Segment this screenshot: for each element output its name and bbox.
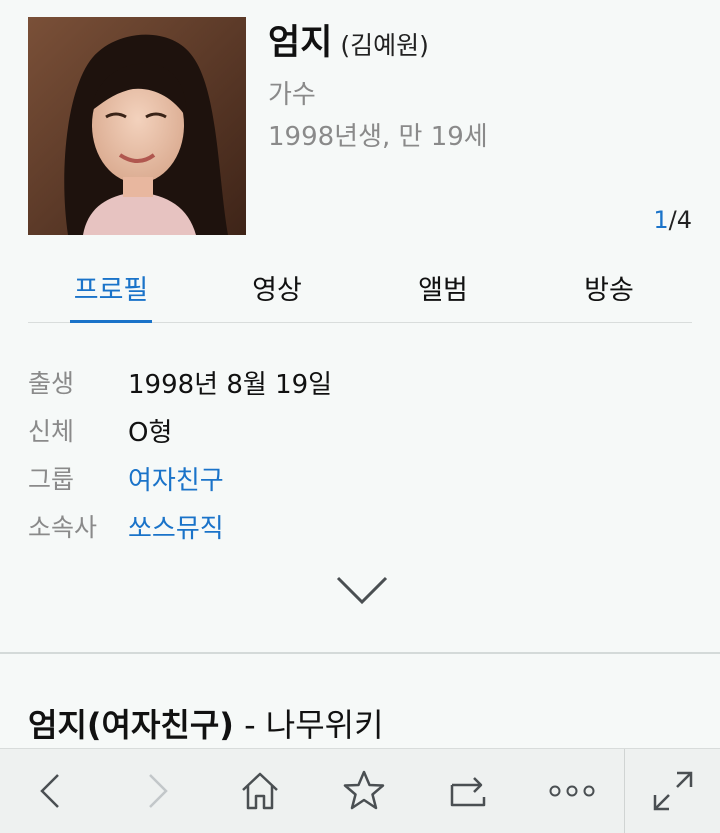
profile-name: 엄지 [268,23,333,63]
image-counter: 1/4 [653,206,692,234]
info-value: O형 [128,417,173,448]
section-divider [0,652,720,654]
profile-real-name: (김예원) [340,31,429,60]
profile-info-list: 출생 1998년 8월 19일 신체 O형 그룹 여자친구 소속사 쏘스뮤직 [28,358,332,550]
bookmark-button[interactable] [312,749,416,833]
agency-link[interactable]: 쏘스뮤직 [128,508,224,545]
profile-header: 엄지 (김예원) [268,14,429,64]
home-button[interactable] [208,749,312,833]
search-result-title-bold: 엄지(여자친구) [28,706,234,744]
image-counter-current: 1 [653,206,669,234]
info-row-agency: 소속사 쏘스뮤직 [28,502,332,550]
profile-birth-summary: 1998년생, 만 19세 [268,122,488,152]
more-button[interactable] [520,749,624,833]
group-link[interactable]: 여자친구 [128,460,224,497]
info-value: 1998년 8월 19일 [128,369,333,400]
back-button[interactable] [0,749,104,833]
more-icon [549,785,595,797]
info-row-body: 신체 O형 [28,406,332,454]
profile-occupation: 가수 [268,80,316,110]
expand-chevron-icon[interactable] [334,572,390,608]
profile-photo-image [28,17,246,235]
info-row-group: 그룹 여자친구 [28,454,332,502]
info-label: 소속사 [28,513,98,542]
tabs-switch-icon [450,777,486,807]
profile-photo[interactable] [28,17,246,235]
fullscreen-icon [653,771,692,811]
tab-video[interactable]: 영상 [194,262,360,322]
back-icon [40,774,59,808]
forward-icon [149,774,168,808]
info-label: 그룹 [28,465,75,494]
fullscreen-button[interactable] [625,749,720,833]
search-result-link[interactable]: 엄지(여자친구) - 나무위키 [28,700,384,746]
home-icon [242,772,278,810]
bookmark-star-icon [343,770,385,810]
tabs-button[interactable] [416,749,520,833]
tab-album[interactable]: 앨범 [360,262,526,322]
info-row-birth: 출생 1998년 8월 19일 [28,358,332,406]
search-result-title-rest: - 나무위키 [233,706,384,744]
forward-button[interactable] [104,749,208,833]
browser-bottom-bar [0,748,720,833]
info-label: 신체 [28,417,75,446]
profile-tabs: 프로필 영상 앨범 방송 [28,262,692,323]
info-label: 출생 [28,369,75,398]
tab-broadcast[interactable]: 방송 [526,262,692,322]
image-counter-total: /4 [668,206,692,234]
tab-profile[interactable]: 프로필 [28,262,194,323]
